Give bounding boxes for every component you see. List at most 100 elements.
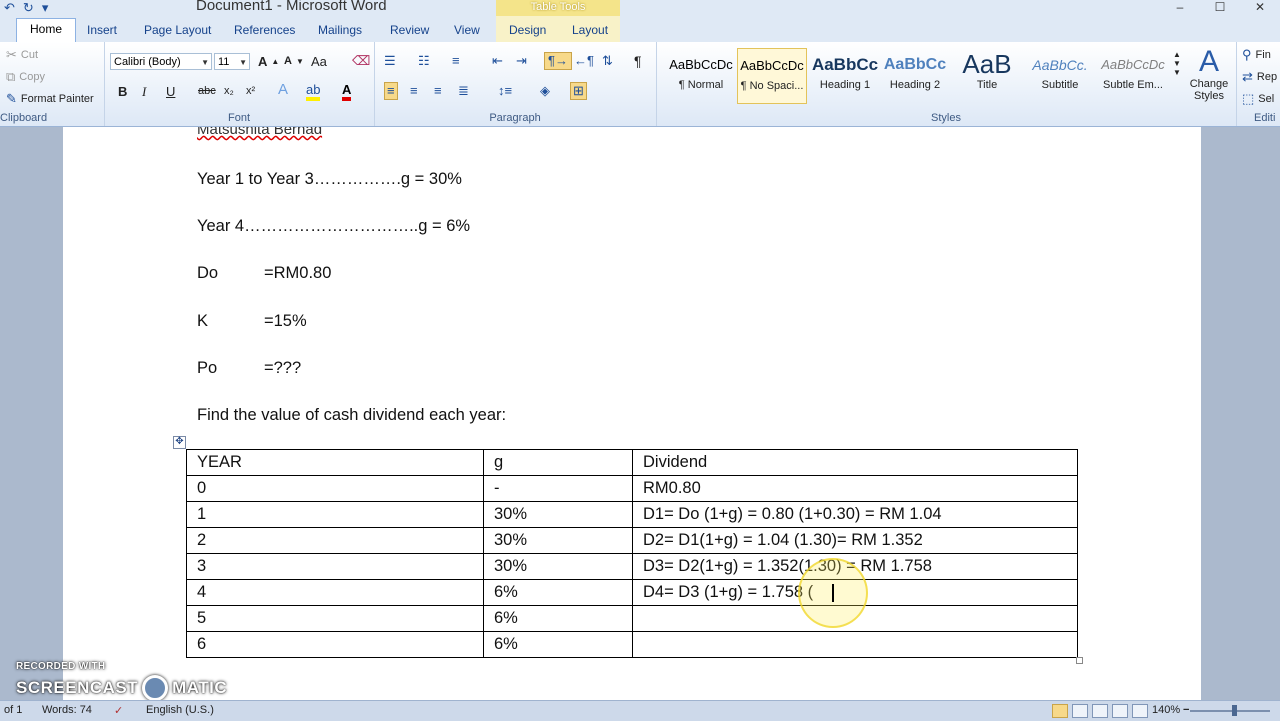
table-cell-g[interactable]: 6%	[483, 631, 633, 658]
style-subtle-emphasis[interactable]: AaBbCcDc Subtle Em...	[1098, 48, 1168, 104]
table-cell-dividend[interactable]: D2= D1(1+g) = 1.04 (1.30)= RM 1.352	[632, 527, 1078, 554]
change-styles-button[interactable]: A Change Styles	[1184, 46, 1234, 103]
language-indicator[interactable]: English (U.S.)	[146, 704, 214, 716]
increase-indent-button[interactable]: ⇥	[516, 54, 527, 68]
bullets-button[interactable]: ☰	[384, 54, 396, 68]
table-cell-dividend[interactable]: RM0.80	[632, 475, 1078, 502]
table-cell-year[interactable]: 6	[186, 631, 484, 658]
web-layout-button[interactable]	[1092, 704, 1108, 718]
multilevel-list-button[interactable]: ≡	[452, 54, 460, 68]
close-button[interactable]: ✕	[1240, 0, 1280, 16]
line-spacing-button[interactable]: ↕≡	[498, 84, 512, 98]
table-header-cell-dividend[interactable]: Dividend	[632, 449, 1078, 476]
table-cell-g[interactable]: 6%	[483, 605, 633, 632]
table-resize-handle[interactable]	[1076, 657, 1083, 664]
font-size-select[interactable]: 11 ▼	[214, 53, 250, 70]
zoom-slider[interactable]	[1190, 710, 1270, 712]
text-effects-button[interactable]: A	[278, 82, 288, 97]
superscript-button[interactable]: x²	[246, 85, 255, 97]
table-cell-dividend[interactable]	[632, 631, 1078, 658]
align-center-button[interactable]: ≡	[410, 84, 418, 98]
minimize-button[interactable]: –	[1160, 0, 1200, 16]
highlight-color-button[interactable]: ab	[306, 83, 321, 101]
zoom-level[interactable]: 140%	[1152, 704, 1180, 716]
document-area[interactable]: Matsushita Berhad Year 1 to Year 3…………….…	[0, 127, 1280, 700]
clear-formatting-button[interactable]: ⌫	[352, 54, 370, 68]
style-no-spacing[interactable]: AaBbCcDc ¶ No Spaci...	[737, 48, 807, 104]
table-header-cell-year[interactable]: YEAR	[186, 449, 484, 476]
zoom-slider-thumb[interactable]	[1232, 705, 1237, 716]
bold-button[interactable]: B	[118, 84, 127, 99]
table-cell-year[interactable]: 4	[186, 579, 484, 606]
table-cell-year[interactable]: 3	[186, 553, 484, 580]
copy-button[interactable]: ⧉ Copy	[6, 70, 45, 84]
style-title[interactable]: AaB Title	[952, 48, 1022, 104]
dividend-table[interactable]: YEAR g Dividend 0- RM0.80 1 30% D1= Do (1+g) = …	[186, 449, 1078, 658]
draft-view-button[interactable]	[1132, 704, 1148, 718]
document-page[interactable]: Matsushita Berhad Year 1 to Year 3…………….…	[63, 127, 1201, 700]
tab-references[interactable]: References	[234, 20, 295, 42]
justify-button[interactable]: ≣	[458, 84, 469, 98]
redo-icon[interactable]: ↻	[23, 1, 34, 15]
table-cell-year[interactable]: 0	[186, 475, 484, 502]
outline-view-button[interactable]	[1112, 704, 1128, 718]
table-cell-year[interactable]: 5	[186, 605, 484, 632]
table-cell-g[interactable]: 30%	[483, 527, 633, 554]
undo-icon[interactable]: ↶	[4, 1, 15, 15]
tab-home[interactable]: Home	[16, 18, 77, 43]
table-cell-year[interactable]: 1	[186, 501, 484, 528]
tab-view[interactable]: View	[454, 20, 480, 42]
font-color-button[interactable]: A	[342, 83, 352, 101]
tab-review[interactable]: Review	[390, 20, 429, 42]
sort-button[interactable]: ⇅	[602, 54, 613, 68]
table-cell-year[interactable]: 2	[186, 527, 484, 554]
show-formatting-button[interactable]: ¶	[634, 53, 642, 69]
style-subtitle[interactable]: AaBbCc. Subtitle	[1025, 48, 1095, 104]
find-button[interactable]: ⚲ Fin	[1242, 48, 1271, 62]
table-header-cell-g[interactable]: g	[483, 449, 633, 476]
tab-page-layout[interactable]: Page Layout	[144, 20, 211, 42]
table-cell-g[interactable]: -	[483, 475, 633, 502]
rtl-button[interactable]: ←¶	[574, 54, 594, 68]
numbering-button[interactable]: ☷	[418, 54, 430, 68]
print-layout-view-button[interactable]	[1052, 704, 1068, 718]
select-button[interactable]: ⬚ Sel	[1242, 92, 1274, 106]
align-right-button[interactable]: ≡	[434, 84, 442, 98]
customize-qat-icon[interactable]: ▾	[42, 1, 49, 15]
table-cell-g[interactable]: 30%	[483, 553, 633, 580]
table-move-handle[interactable]: ✥	[173, 436, 186, 449]
align-left-button[interactable]: ≡	[384, 82, 398, 100]
subscript-button[interactable]: x₂	[224, 85, 234, 97]
style-normal[interactable]: AaBbCcDc ¶ Normal	[666, 48, 736, 104]
font-family-select[interactable]: Calibri (Body) ▼	[110, 53, 212, 70]
shading-button[interactable]: ◈	[540, 84, 550, 98]
full-screen-reading-button[interactable]	[1072, 704, 1088, 718]
decrease-indent-button[interactable]: ⇤	[492, 54, 503, 68]
table-cell-dividend[interactable]: D1= Do (1+g) = 0.80 (1+0.30) = RM 1.04	[632, 501, 1078, 528]
tab-layout[interactable]: Layout	[572, 20, 608, 42]
strikethrough-button[interactable]: abc	[198, 85, 216, 97]
tab-insert[interactable]: Insert	[87, 20, 117, 42]
styles-scroll[interactable]: ▲ ▼ ▼	[1172, 50, 1182, 77]
maximize-button[interactable]: ☐	[1200, 0, 1240, 16]
cut-button[interactable]: ✂ Cut	[6, 48, 38, 62]
tab-mailings[interactable]: Mailings	[318, 20, 362, 42]
borders-button[interactable]: ⊞	[570, 82, 587, 100]
proofing-icon[interactable]: ✓	[114, 704, 123, 717]
shrink-font-button[interactable]: A ▼	[284, 55, 304, 67]
change-case-button[interactable]: Aa	[311, 54, 327, 69]
table-cell-g[interactable]: 30%	[483, 501, 633, 528]
format-painter-button[interactable]: ✎ Format Painter	[6, 92, 94, 106]
table-cell-g[interactable]: 6%	[483, 579, 633, 606]
style-heading-1[interactable]: AaBbCc Heading 1	[810, 48, 880, 104]
style-heading-2[interactable]: AaBbCc Heading 2	[880, 48, 950, 104]
italic-button[interactable]: I	[142, 84, 146, 100]
page-count[interactable]: of 1	[4, 704, 22, 716]
underline-button[interactable]: U	[166, 84, 175, 99]
word-count[interactable]: Words: 74	[42, 704, 92, 716]
replace-button[interactable]: ⇄ Rep	[1242, 70, 1277, 84]
zoom-out-icon[interactable]: −	[1183, 704, 1189, 716]
grow-font-button[interactable]: A ▲	[258, 54, 279, 69]
ltr-button[interactable]: ¶→	[544, 52, 572, 70]
tab-design[interactable]: Design	[509, 20, 546, 42]
